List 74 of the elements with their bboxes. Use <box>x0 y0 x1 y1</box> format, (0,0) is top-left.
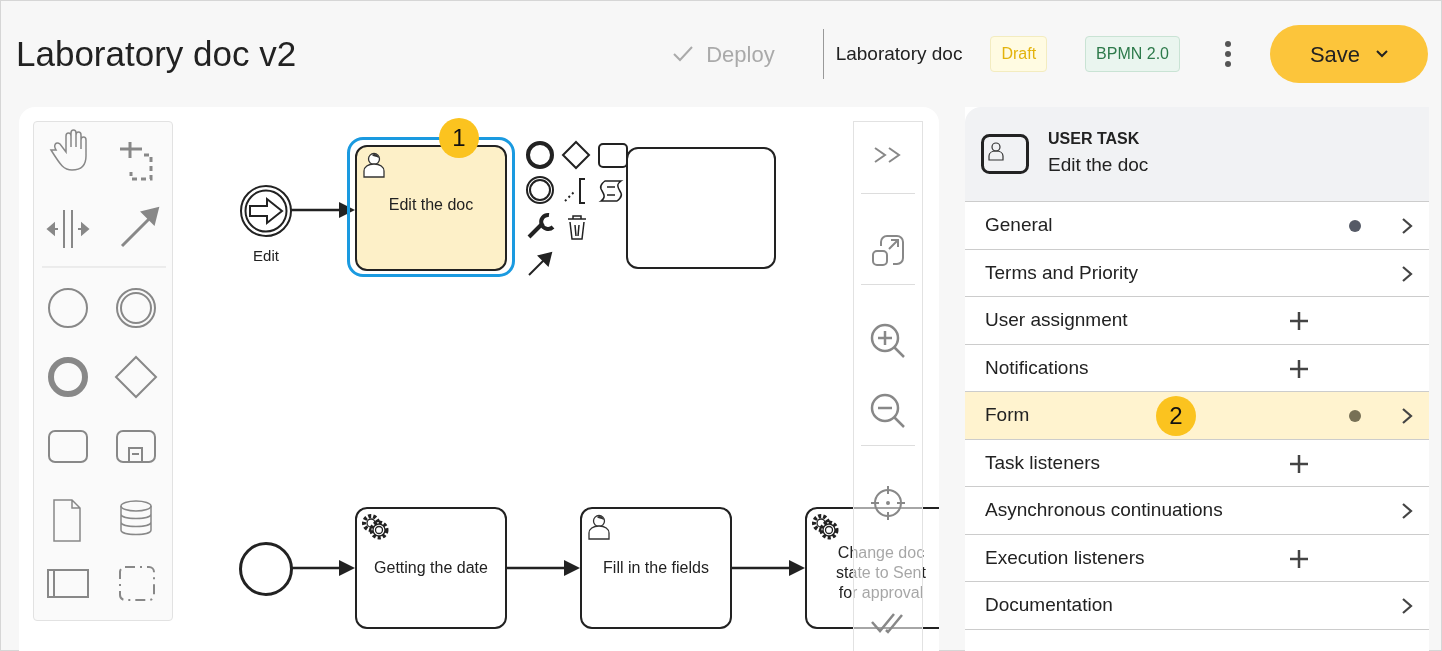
callout-badge: 1 <box>439 118 479 158</box>
script-icon[interactable] <box>599 180 623 202</box>
section-label: Form <box>985 403 1030 427</box>
section-label: Documentation <box>985 593 1113 617</box>
user-icon <box>585 512 613 540</box>
chevron-right-icon[interactable] <box>1401 217 1413 235</box>
hand-tool-icon[interactable] <box>50 129 87 171</box>
panel-section[interactable]: Form 2 <box>965 392 1429 440</box>
panel-section[interactable]: General <box>965 202 1429 250</box>
message-start-event <box>239 184 293 238</box>
section-label: General <box>985 213 1053 237</box>
fit-view-icon[interactable] <box>871 234 905 268</box>
group-icon[interactable] <box>119 566 155 601</box>
task-label: Fill in the fields <box>603 558 709 578</box>
document-icon[interactable] <box>53 499 81 542</box>
plus-icon[interactable] <box>1289 548 1309 569</box>
chevron-right-icon[interactable] <box>1401 597 1413 615</box>
more-icon[interactable] <box>1224 40 1232 68</box>
page-title: Laboratory doc v2 <box>16 32 298 75</box>
collapse-icon[interactable] <box>873 147 903 163</box>
panel-section[interactable]: User assignment <box>965 297 1429 345</box>
gears-icon <box>810 512 840 540</box>
caret-icon <box>1376 50 1389 58</box>
task-label: Getting the date <box>374 558 488 578</box>
connect-tool-icon[interactable] <box>120 206 160 248</box>
status-badge: Draft <box>990 36 1048 72</box>
section-label: Notifications <box>985 355 1089 380</box>
trash-icon[interactable] <box>567 215 587 240</box>
plus-icon[interactable] <box>1289 453 1309 474</box>
section-label: Execution listeners <box>985 545 1145 570</box>
save-button[interactable]: Save <box>1270 25 1428 83</box>
document-name: Laboratory doc <box>835 41 963 66</box>
connect-arrow-icon[interactable] <box>528 251 553 276</box>
crosshair-icon[interactable] <box>871 486 905 520</box>
zoom-out-icon[interactable] <box>870 393 906 429</box>
section-label: Task listeners <box>985 450 1101 475</box>
gateway-icon[interactable] <box>561 140 591 170</box>
pool-icon[interactable] <box>47 569 89 598</box>
element-type: USER TASK <box>1048 128 1141 149</box>
end-event-icon[interactable] <box>526 141 554 169</box>
task-icon[interactable] <box>598 143 628 168</box>
user-task-icon <box>981 134 1029 174</box>
panel-section[interactable]: Terms and Priority <box>965 249 1429 297</box>
intermediate-event-icon[interactable] <box>526 176 554 204</box>
event-label: Edit <box>252 246 280 266</box>
plus-icon[interactable] <box>1289 311 1309 331</box>
start-event-icon[interactable] <box>48 288 88 328</box>
callout-badge: 2 <box>1156 396 1196 436</box>
chevron-right-icon[interactable] <box>1401 264 1413 283</box>
space-tool-icon[interactable] <box>46 209 90 249</box>
lasso-tool-icon[interactable] <box>118 140 153 181</box>
user-icon <box>360 150 388 178</box>
double-check-icon[interactable] <box>870 612 906 634</box>
zoom-in-icon[interactable] <box>870 323 906 359</box>
wrench-icon[interactable] <box>527 213 555 239</box>
panel-section[interactable]: Asynchronous continuations <box>965 487 1429 535</box>
subprocess-icon[interactable] <box>116 430 156 463</box>
check-icon <box>672 45 695 63</box>
panel-section[interactable]: Documentation <box>965 582 1429 630</box>
database-icon[interactable] <box>120 500 152 536</box>
panel-section[interactable]: Task listeners <box>965 439 1429 487</box>
format-badge: BPMN 2.0 <box>1085 36 1180 72</box>
plus-icon[interactable] <box>1289 358 1309 379</box>
panel-section[interactable]: Execution listeners <box>965 534 1429 582</box>
element-name: Edit the doc <box>1048 152 1149 177</box>
section-label: Asynchronous continuations <box>985 498 1223 522</box>
section-label: User assignment <box>985 308 1128 332</box>
gears-icon <box>360 512 390 540</box>
task-label: Edit the doc <box>388 195 474 215</box>
chevron-right-icon[interactable] <box>1401 502 1413 520</box>
section-label: Terms and Priority <box>985 260 1139 285</box>
chevron-right-icon[interactable] <box>1401 407 1413 425</box>
annotation-icon[interactable] <box>564 178 586 204</box>
start-event <box>239 542 293 596</box>
